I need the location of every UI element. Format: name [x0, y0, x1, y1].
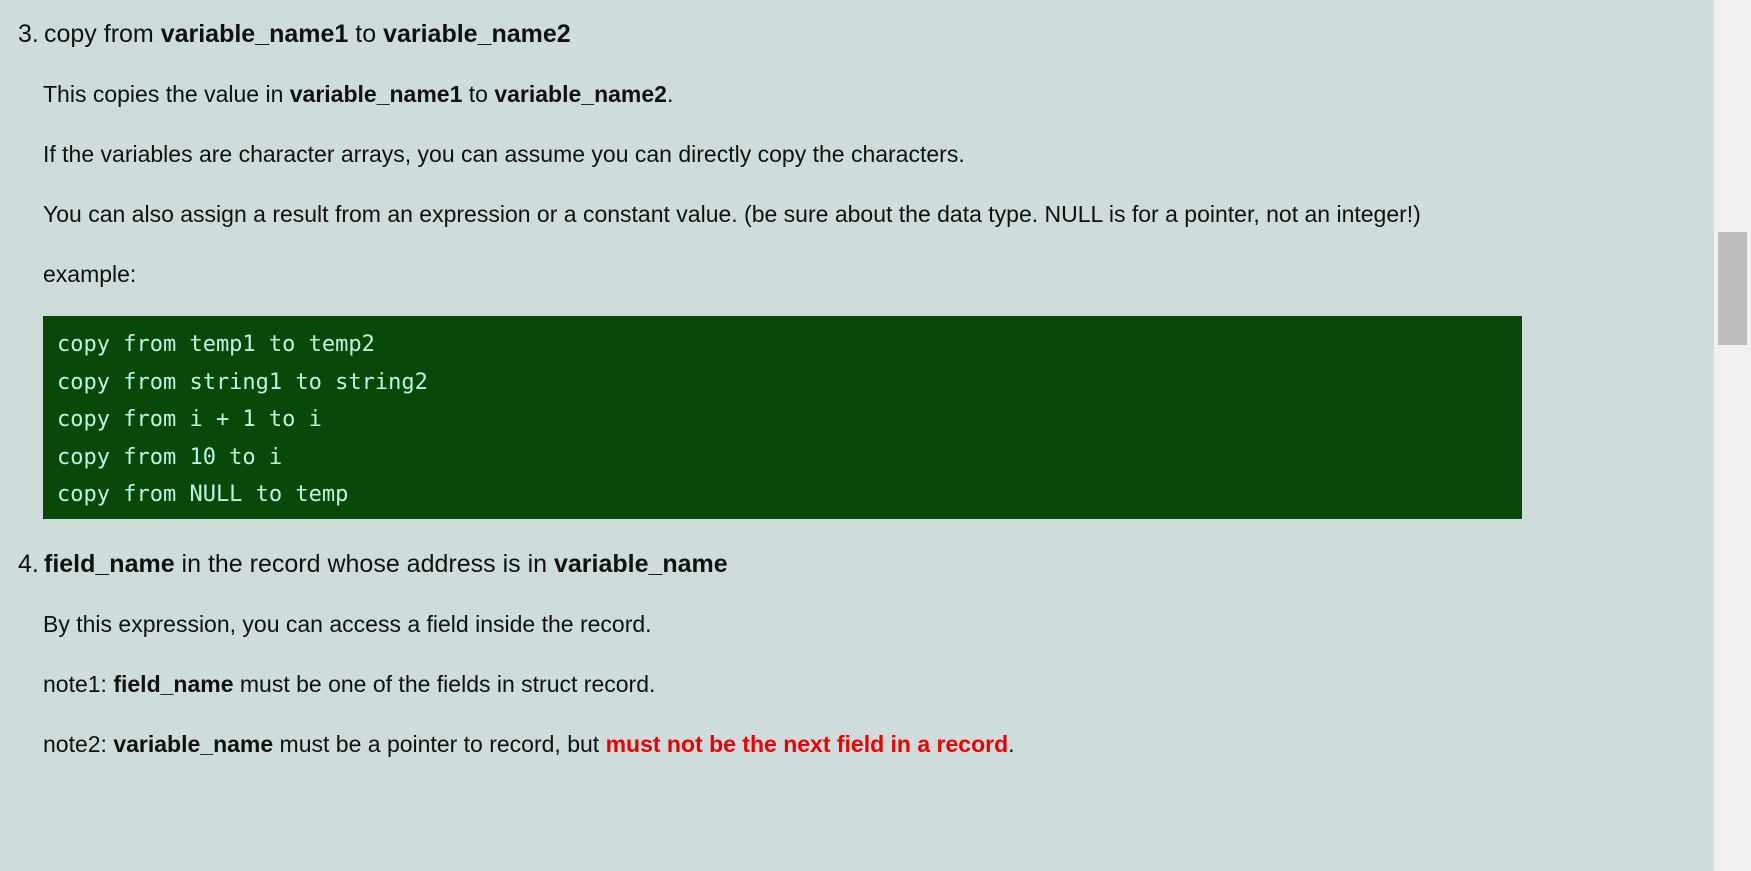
- note1-body: must be one of the fields in struct reco…: [233, 671, 656, 697]
- code-block: copy from temp1 to temp2 copy from strin…: [43, 316, 1522, 519]
- item-3-paragraph-1: This copies the value in variable_name1 …: [43, 81, 673, 108]
- item-4-title-mid: in the record whose address is in: [174, 550, 554, 578]
- note2-prefix: note2:: [43, 731, 114, 757]
- item-3-paragraph-3: You can also assign a result from an exp…: [43, 201, 1421, 227]
- item-4-title-bold1: field_name: [44, 550, 175, 578]
- item-3-p1-bold2: variable_name2: [494, 81, 667, 107]
- item-3-p1-mid: to: [462, 81, 495, 107]
- code-line: copy from string1 to string2: [57, 369, 428, 395]
- note2-warning-text: must not be the next field in a record: [605, 731, 1009, 757]
- note2-body: must be a pointer to record, but: [273, 731, 606, 757]
- item-4-heading: 4. field_name in the record whose address…: [18, 550, 728, 579]
- item-3-title-mid: to: [348, 20, 384, 48]
- item-4-paragraph-1: By this expression, you can access a fie…: [43, 611, 652, 637]
- item-4-note-2: note2: variable_name must be a pointer t…: [43, 731, 1015, 758]
- scrollbar-thumb[interactable]: [1718, 232, 1747, 345]
- item-3-heading: 3. copy from variable_name1 to variable_n…: [18, 20, 571, 49]
- document-page: 3. copy from variable_name1 to variable_n…: [0, 0, 1714, 871]
- note2-bold-term: variable_name: [113, 731, 274, 757]
- item-3-number: 3.: [18, 20, 39, 48]
- item-3-p1-post: .: [666, 81, 674, 107]
- item-4-title-bold2: variable_name: [553, 550, 728, 578]
- code-line: copy from 10 to i: [57, 444, 283, 470]
- note2-period: .: [1008, 731, 1015, 757]
- item-3-title-bold2: variable_name2: [383, 20, 571, 48]
- code-line: copy from NULL to temp: [57, 482, 349, 507]
- note1-bold-term: field_name: [113, 671, 234, 697]
- item-3-p1-pre: This copies the value in: [43, 81, 290, 107]
- item-3-title-bold1: variable_name1: [160, 20, 349, 48]
- note1-prefix: note1:: [43, 671, 114, 697]
- item-4-note-1: note1: field_name must be one of the fie…: [43, 671, 655, 698]
- item-3-p1-bold1: variable_name1: [289, 81, 463, 107]
- code-line: copy from temp1 to temp2: [57, 332, 375, 357]
- vertical-scrollbar[interactable]: [1714, 0, 1751, 871]
- item-3-paragraph-2: If the variables are character arrays, y…: [43, 141, 965, 167]
- item-3-title-pre: copy from: [44, 20, 161, 48]
- item-3-example-label: example:: [43, 261, 137, 287]
- code-line: copy from i + 1 to i: [57, 407, 322, 432]
- item-4-number: 4.: [18, 550, 39, 578]
